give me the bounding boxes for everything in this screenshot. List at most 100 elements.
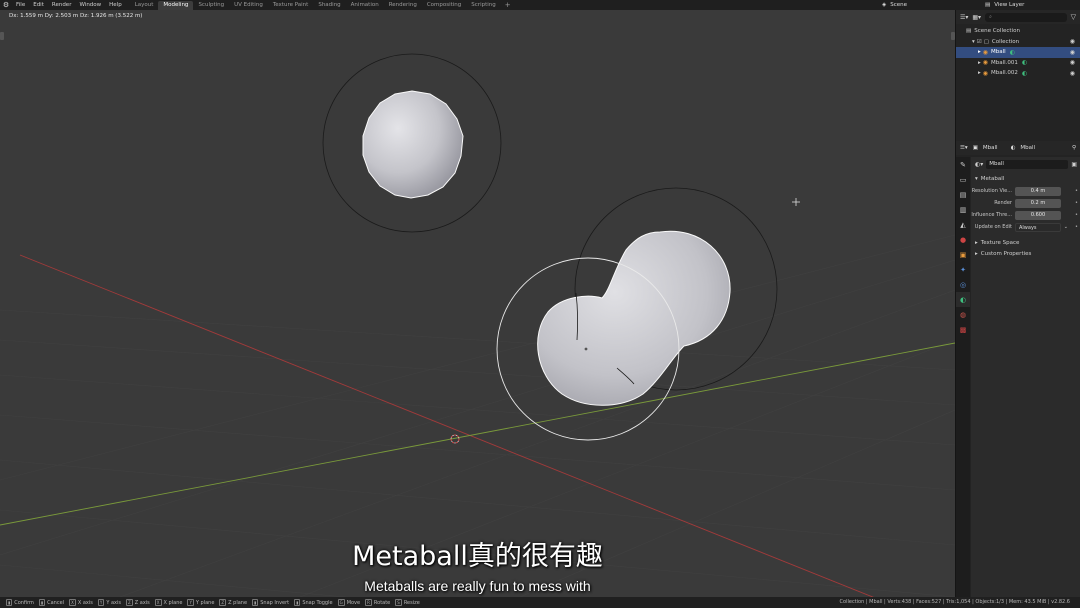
panel-texture-space[interactable]: ▸ Texture Space — [971, 237, 1080, 248]
material-tab-icon[interactable]: ◍ — [956, 307, 970, 322]
object-tab-icon[interactable]: ▣ — [956, 247, 970, 262]
outliner-row-label: Mball — [991, 49, 1006, 56]
keyframe-dot-icon[interactable]: • — [1075, 212, 1078, 218]
outliner-row[interactable]: ▸ ◉ Mball ◐ ◉ — [956, 47, 1080, 58]
outliner-search-input[interactable]: ⌕ — [985, 12, 1067, 22]
visibility-eye-icon[interactable]: ◉ — [1070, 70, 1075, 77]
scene-label: Scene — [890, 2, 908, 8]
output-tab-icon[interactable]: ▤ — [956, 187, 970, 202]
key-icon: Z — [126, 599, 133, 606]
expand-arrow-icon[interactable]: ▸ — [978, 60, 981, 66]
menu-render[interactable]: Render — [48, 0, 76, 10]
keymap-label: Confirm — [14, 599, 34, 606]
physics-tab-icon[interactable]: ◎ — [956, 277, 970, 292]
expand-arrow-icon[interactable]: ▾ — [972, 39, 975, 45]
keyframe-dot-icon[interactable]: • — [1075, 224, 1078, 230]
subtitle-main: Metaball真的很有趣 — [352, 541, 603, 572]
add-workspace-icon[interactable]: + — [501, 0, 515, 10]
expand-arrow-icon[interactable]: ▸ — [978, 70, 981, 76]
outliner-row[interactable]: ▸ ◉ Mball.002 ◐ ◉ — [956, 68, 1080, 79]
outliner-row-label: Mball.001 — [991, 59, 1018, 66]
menu-edit[interactable]: Edit — [29, 0, 48, 10]
property-label: Influence Thre... — [971, 212, 1012, 218]
tab-animation[interactable]: Animation — [346, 1, 384, 10]
expand-arrow-icon[interactable]: ▸ — [978, 49, 981, 55]
filter-icon[interactable]: ▽ — [1071, 13, 1076, 21]
datablock-field[interactable]: ◐▾ Mball ▣ — [975, 160, 1077, 169]
world-tab-icon[interactable]: ● — [956, 232, 970, 247]
display-mode-icon[interactable]: ▦▾ — [972, 14, 981, 21]
view-layer-icon: ▤ — [985, 2, 991, 8]
fake-user-icon[interactable]: ▣ — [1071, 161, 1077, 168]
panel-custom-properties[interactable]: ▸ Custom Properties — [971, 248, 1080, 259]
keymap-hint: YY plane — [187, 599, 214, 606]
scene-selector[interactable]: ◈ Scene — [882, 0, 907, 10]
property-value-field[interactable]: 0.4 m — [1015, 186, 1061, 196]
expand-arrow-icon: ▾ — [975, 175, 978, 182]
view-layer-tab-icon[interactable]: ▥ — [956, 202, 970, 217]
subtitle-translation: Metaballs are really fun to mess with — [364, 578, 591, 594]
blender-logo-icon[interactable]: ⚙ — [0, 1, 12, 9]
update-on-edit-dropdown[interactable]: Always — [1015, 222, 1061, 232]
properties-editor-icon[interactable]: ☰▾ — [960, 145, 968, 151]
property-label: Resolution Vie... — [971, 188, 1012, 194]
outliner-row-label: Mball.002 — [991, 70, 1018, 77]
tab-sculpting[interactable]: Sculpting — [193, 1, 229, 10]
menu-window[interactable]: Window — [75, 0, 105, 10]
keymap-hint: YY axis — [97, 599, 121, 606]
tab-modeling[interactable]: Modeling — [158, 1, 194, 10]
visibility-eye-icon[interactable]: ◉ — [1070, 59, 1075, 66]
3d-viewport[interactable]: Dx: 1.559 m Dy: 2.503 m Dz: 1.926 m (3.5… — [0, 10, 955, 597]
outliner-row-label: Scene Collection — [974, 28, 1020, 35]
property-row: Render 0.2 m • — [971, 197, 1080, 209]
outliner-row[interactable]: ▾ ☑ ▢ Collection ◉ — [956, 37, 1080, 48]
tab-scripting[interactable]: Scripting — [466, 1, 500, 10]
mouse-button-icon: ▮ — [252, 599, 259, 606]
datablock-icon: ◐▾ — [975, 161, 984, 168]
property-label: Update on Edit — [974, 224, 1012, 230]
texture-tab-icon[interactable]: ▩ — [956, 322, 970, 337]
tab-rendering[interactable]: Rendering — [384, 1, 422, 10]
keymap-label: Cancel — [47, 599, 65, 606]
view-layer-selector[interactable]: ▤ View Layer — [985, 0, 1024, 10]
visibility-eye-icon[interactable]: ◉ — [1070, 49, 1075, 56]
menu-file[interactable]: File — [12, 0, 29, 10]
keymap-hint: XX axis — [69, 599, 93, 606]
outliner-row[interactable]: ▤ Scene Collection — [956, 26, 1080, 37]
viewport-scene — [0, 53, 955, 597]
chevron-down-icon: ⌄ — [1063, 224, 1068, 230]
scene-tab-icon[interactable]: ◭ — [956, 217, 970, 232]
property-value-field[interactable]: 0.600 — [1015, 210, 1061, 220]
tab-layout[interactable]: Layout — [130, 1, 159, 10]
property-value-field[interactable]: 0.2 m — [1015, 198, 1061, 208]
toolbar-toggle[interactable] — [0, 32, 4, 40]
metaball-fields: Resolution Vie... 0.4 m • Render 0.2 m • Influ… — [971, 185, 1080, 233]
keymap-hint: S Resize — [395, 599, 420, 606]
tool-tab-icon[interactable]: ✎ — [956, 157, 970, 172]
tab-texture-paint[interactable]: Texture Paint — [268, 1, 314, 10]
tab-shading[interactable]: Shading — [313, 1, 345, 10]
top-bar: ⚙ File Edit Render Window Help Layout Modelin… — [0, 0, 1080, 10]
outliner-row[interactable]: ▸ ◉ Mball.001 ◐ ◉ — [956, 58, 1080, 69]
properties-body: ◐▾ Mball ▣ ▾ Metaball Resolution Vie... 0… — [971, 157, 1080, 597]
tab-uv-editing[interactable]: UV Editing — [229, 1, 268, 10]
property-row: Influence Thre... 0.600 • — [971, 209, 1080, 221]
modifier-tab-icon[interactable]: ✦ — [956, 262, 970, 277]
merged-metaball-blob — [537, 230, 731, 406]
datablock-name-input[interactable]: Mball — [986, 160, 1069, 169]
editor-type-icon[interactable]: ☰▾ — [960, 14, 968, 21]
keyframe-dot-icon[interactable]: • — [1075, 200, 1078, 206]
keyframe-dot-icon[interactable]: • — [1075, 188, 1078, 194]
key-icon: X — [69, 599, 76, 606]
render-tab-icon[interactable]: ▭ — [956, 172, 970, 187]
constraints-tab-icon[interactable]: ◐ — [956, 292, 970, 307]
tab-compositing[interactable]: Compositing — [422, 1, 466, 10]
keymap-hint: G Move — [337, 599, 360, 606]
checkbox-icon[interactable]: ☑ — [977, 39, 982, 45]
keymap-hint: XX plane — [154, 599, 182, 606]
metaball-panel-header[interactable]: ▾ Metaball — [971, 173, 1080, 184]
header-object-name: Mball — [982, 145, 998, 151]
pin-icon[interactable]: ⚲ — [1072, 145, 1076, 151]
menu-help[interactable]: Help — [105, 0, 126, 10]
visibility-eye-icon[interactable]: ◉ — [1070, 38, 1075, 45]
